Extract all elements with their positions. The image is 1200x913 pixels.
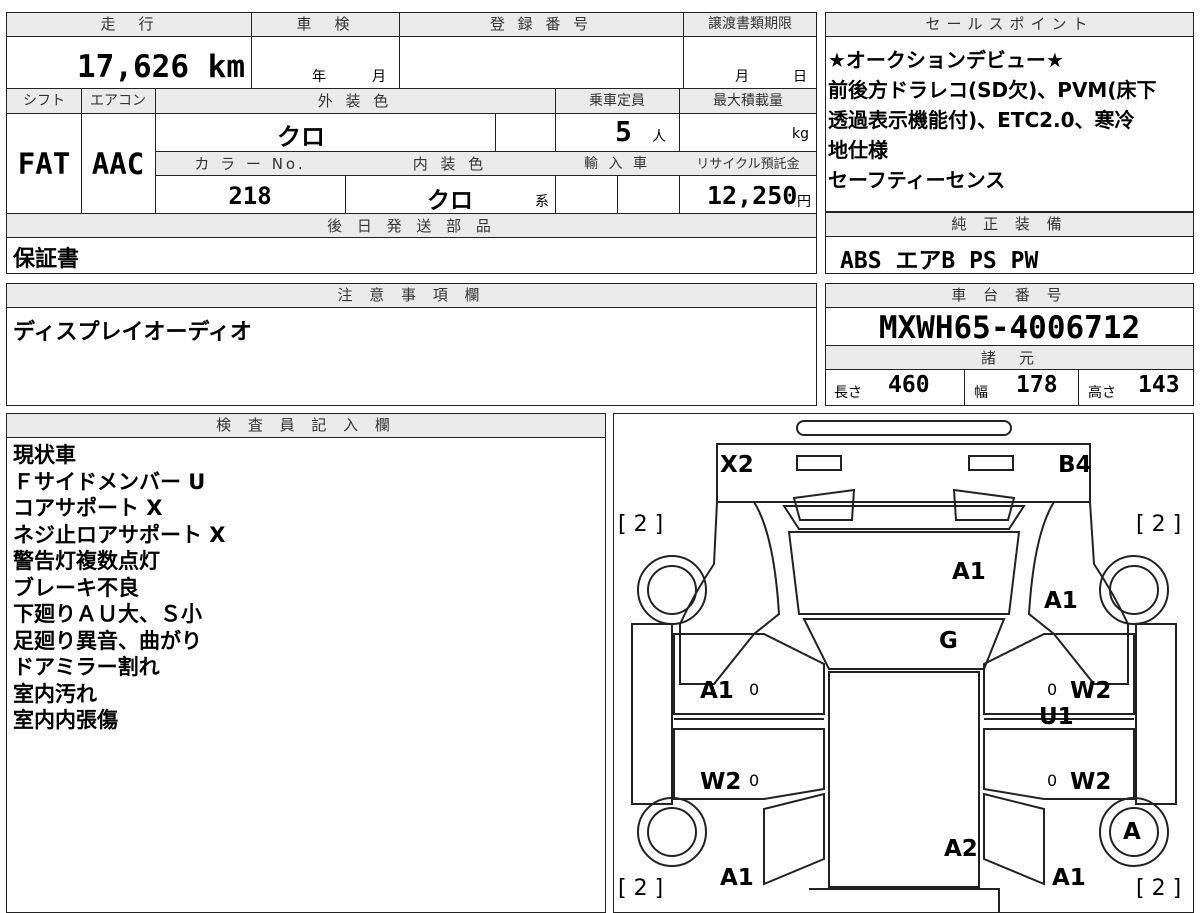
- standard-equipment-header: 純 正 装 備: [826, 213, 1193, 237]
- exterior-color-value: クロ: [277, 123, 325, 151]
- bracket-top-left: [ 2 ]: [618, 512, 664, 537]
- chassis-header: 車 台 番 号: [826, 284, 1193, 308]
- inspector-note: 室内汚れ: [13, 681, 97, 706]
- recycle-header: リサイクル預託金: [696, 157, 800, 172]
- aircon-header: エアコン: [90, 93, 146, 109]
- mileage-value: 17,626 km: [77, 49, 245, 85]
- bracket-bottom-left: [ 2 ]: [618, 876, 664, 901]
- height-label: 高さ: [1088, 385, 1116, 401]
- vehicle-info-table: 走 行 車 検 登 録 番 号 譲渡書類期限 17,626 km 年 月 月 日…: [6, 12, 817, 274]
- sales-points-header: セールスポイント: [826, 13, 1193, 37]
- standard-equipment-value: ABS エアB PS PW: [840, 248, 1039, 274]
- notes-header: 注 意 事 項 欄: [7, 284, 816, 308]
- interior-color-suffix: 系: [535, 194, 549, 210]
- sales-point-line: 透過表示機能付)、ETC2.0、寒冷: [828, 108, 1135, 132]
- inspection-year-label: 年: [312, 69, 326, 85]
- inspector-note: ブレーキ不良: [13, 575, 139, 600]
- shift-header: シフト: [23, 93, 65, 109]
- mark-front-right-door: W2: [1070, 678, 1112, 704]
- mark-roof-rear: A2: [944, 836, 978, 862]
- interior-color-header: 内 装 色: [412, 155, 488, 173]
- mark-rear-right-door: W2: [1070, 769, 1112, 795]
- inspector-note: 警告灯複数点灯: [13, 549, 160, 573]
- height-value: 143: [1138, 372, 1180, 398]
- standard-equipment-box: 純 正 装 備 ABS エアB PS PW: [825, 212, 1194, 274]
- zero-marker: 0: [749, 680, 760, 699]
- max-load-header: 最大積載量: [713, 93, 783, 109]
- inspector-note: 現状車: [13, 443, 76, 467]
- chassis-box: 車 台 番 号 MXWH65-4006712 諸 元 長さ 460 幅 178 …: [825, 283, 1194, 406]
- inspector-note: ドアミラー割れ: [13, 655, 160, 679]
- later-parts-value: 保証書: [13, 247, 80, 272]
- length-label: 長さ: [834, 385, 862, 401]
- mark-rear-left-door: W2: [700, 769, 742, 795]
- length-value: 460: [888, 372, 930, 398]
- mark-rear-right-wheel: A: [1123, 819, 1141, 845]
- inspector-notes-list: 現状車 Ｆサイドメンバー U コアサポート X ネジ止ロアサポート X 警告灯複…: [13, 442, 226, 734]
- mark-rocker: U1: [1039, 704, 1074, 730]
- recycle-value: 12,250: [707, 181, 798, 210]
- sales-points-box: セールスポイント ★オークションデビュー★ 前後方ドラレコ(SD欠)、PVM(床…: [825, 12, 1194, 212]
- inspector-note: 室内内張傷: [13, 708, 118, 732]
- transfer-deadline-header: 譲渡書類期限: [708, 16, 792, 32]
- inspector-note: 足廻り異音、曲がり: [13, 628, 202, 653]
- notes-box: 注 意 事 項 欄 ディスプレイオーディオ: [6, 283, 817, 406]
- zero-marker: 0: [749, 771, 760, 790]
- exterior-color-header: 外 装 色: [317, 92, 393, 110]
- capacity-unit: 人: [652, 129, 666, 145]
- import-header: 輸 入 車: [584, 156, 650, 172]
- color-no-header: カ ラ ー No.: [194, 155, 306, 173]
- mark-front-right: B4: [1058, 452, 1092, 478]
- inspection-month-label: 月: [372, 69, 386, 85]
- inspection-header: 車 検: [296, 15, 354, 33]
- max-load-unit: kg: [792, 126, 809, 142]
- inspector-note: 下廻りＡＵ大、Ｓ小: [13, 602, 202, 626]
- capacity-value: 5: [615, 115, 632, 148]
- mark-front-right-fender: A1: [1044, 588, 1078, 614]
- mark-rear-left-fender: A1: [720, 865, 754, 891]
- transfer-month-label: 月: [735, 69, 749, 85]
- car-diagram: [631, 420, 1177, 912]
- bracket-bottom-right: [ 2 ]: [1136, 876, 1182, 901]
- inspector-box: 検 査 員 記 入 欄 現状車 Ｆサイドメンバー U コアサポート X ネジ止ロ…: [6, 413, 606, 913]
- mark-front-left: X2: [720, 452, 754, 478]
- mark-windshield: G: [939, 628, 958, 654]
- shift-value: FAT: [17, 147, 71, 181]
- inspector-note: ネジ止ロアサポート X: [13, 522, 226, 547]
- sales-point-line: ★オークションデビュー★: [828, 48, 1064, 72]
- zero-marker: 0: [1047, 680, 1058, 699]
- mark-hood: A1: [952, 559, 986, 585]
- car-diagram-box: [ 2 ] [ 2 ] [ 2 ] [ 2 ] X2 B4 A1 A1 G A1…: [613, 413, 1194, 913]
- chassis-number: MXWH65-4006712: [878, 310, 1141, 346]
- width-value: 178: [1016, 372, 1058, 398]
- notes-value: ディスプレイオーディオ: [13, 320, 252, 345]
- sales-point-line: 前後方ドラレコ(SD欠)、PVM(床下: [828, 78, 1157, 102]
- transfer-day-label: 日: [793, 69, 807, 85]
- capacity-header: 乗車定員: [589, 93, 645, 109]
- aircon-value: AAC: [91, 147, 145, 181]
- specs-header: 諸 元: [980, 349, 1038, 367]
- inspector-note: Ｆサイドメンバー U: [13, 469, 206, 494]
- interior-color-value: クロ: [427, 188, 473, 214]
- bracket-top-right: [ 2 ]: [1136, 512, 1182, 537]
- inspector-header: 検 査 員 記 入 欄: [7, 414, 605, 438]
- inspector-note: コアサポート X: [13, 496, 163, 520]
- width-label: 幅: [974, 385, 988, 401]
- mark-front-left-door: A1: [700, 678, 734, 704]
- sales-point-line: セーフティーセンス: [828, 168, 1006, 192]
- mileage-header: 走 行: [100, 15, 158, 33]
- registration-header: 登 録 番 号: [489, 15, 593, 33]
- mark-rear-right-fender: A1: [1052, 865, 1086, 891]
- color-no-value: 218: [228, 182, 272, 210]
- later-parts-header: 後 日 発 送 部 品: [327, 217, 496, 235]
- sales-point-line: 地仕様: [828, 138, 888, 162]
- sales-points-list: ★オークションデビュー★ 前後方ドラレコ(SD欠)、PVM(床下 透過表示機能付…: [828, 45, 1156, 195]
- recycle-unit: 円: [797, 194, 811, 210]
- zero-marker: 0: [1047, 771, 1058, 790]
